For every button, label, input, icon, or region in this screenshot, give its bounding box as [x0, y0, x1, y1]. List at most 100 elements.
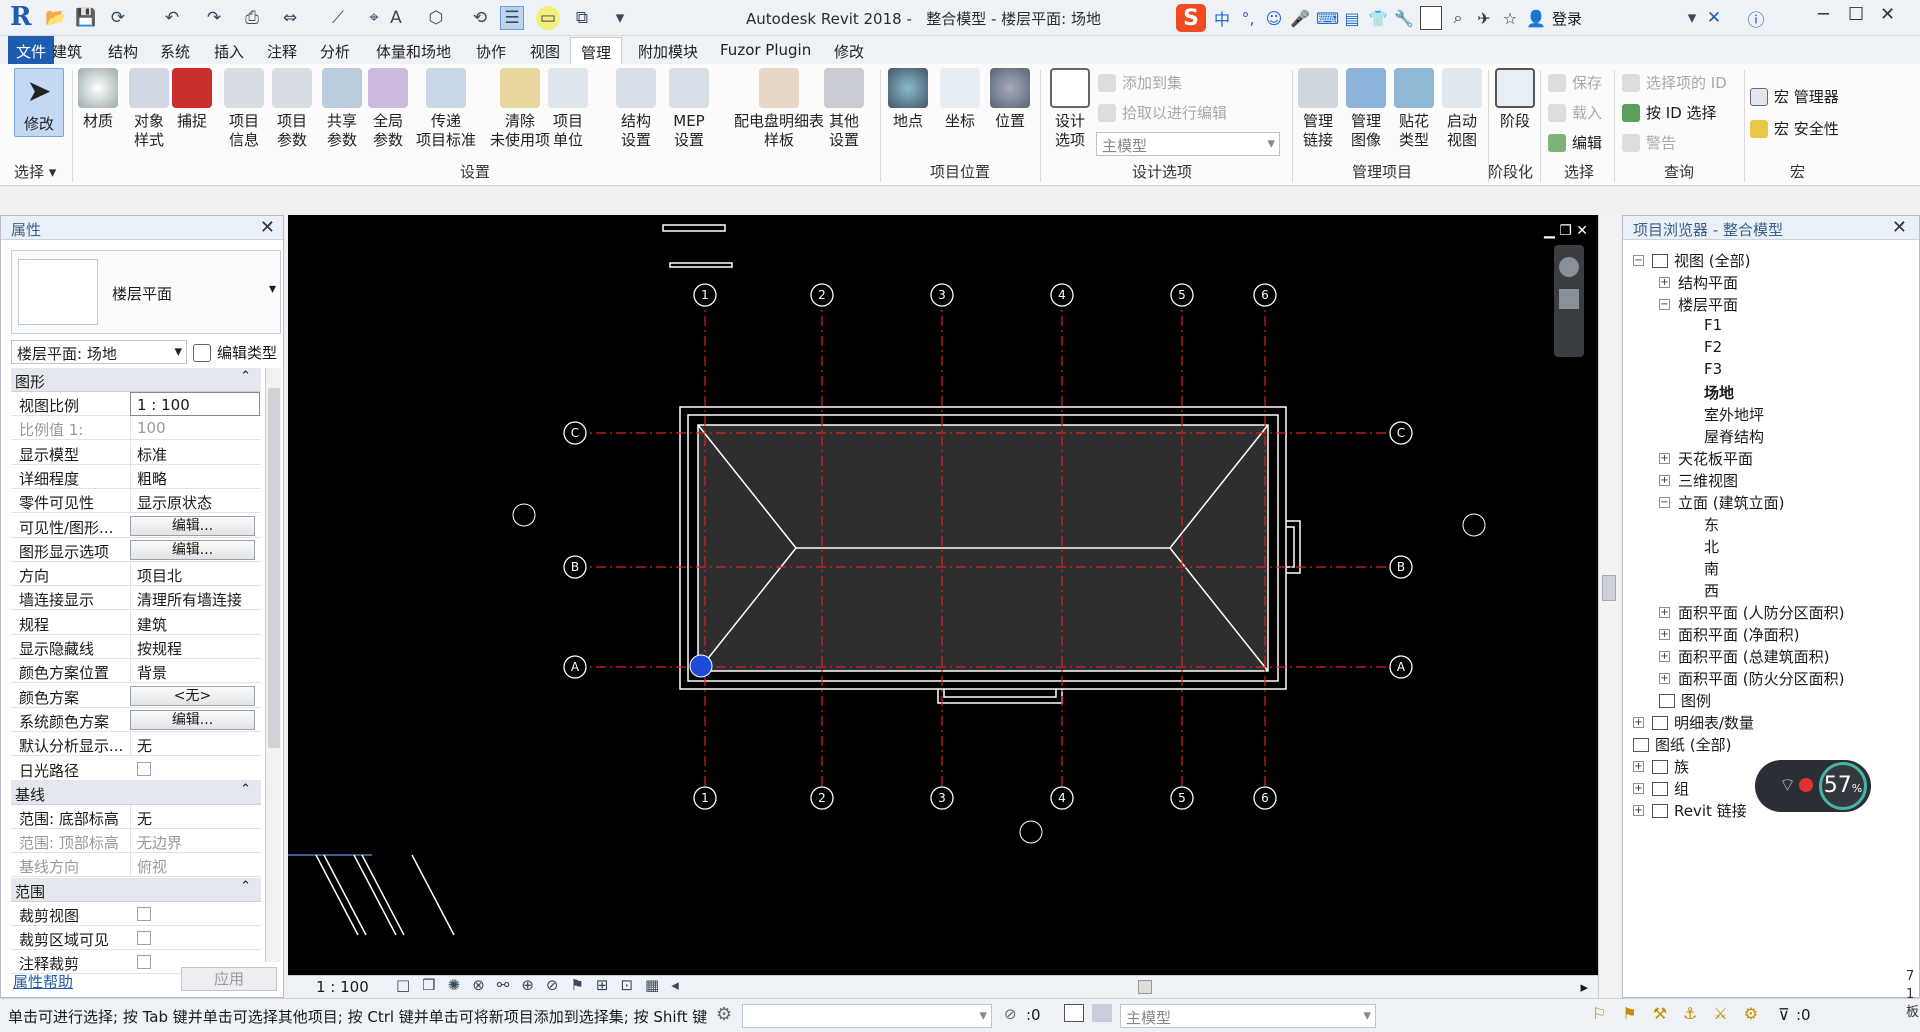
settings-13-button[interactable]: 其他 设置: [820, 68, 868, 150]
property-checkbox[interactable]: [137, 955, 151, 970]
sogou-logo-icon[interactable]: S: [1176, 4, 1206, 32]
browser-item[interactable]: + 面积平面 (净面积): [1659, 624, 1799, 645]
view-control-icons[interactable]: □❒✺⊗⚯⊕⊘⚑⊞⊡▦◂: [396, 976, 691, 994]
browser-item[interactable]: 东: [1685, 514, 1719, 535]
scroll-right-icon[interactable]: ▸: [1580, 978, 1588, 996]
ids-of-selection-button[interactable]: 选择项的 ID: [1622, 72, 1727, 93]
section-icon[interactable]: ⟲: [468, 6, 492, 30]
browser-item[interactable]: − 楼层平面: [1659, 294, 1738, 315]
property-edit-button[interactable]: 编辑...: [130, 539, 255, 560]
save-selection-button[interactable]: 保存: [1548, 72, 1602, 93]
selection-options-icons[interactable]: ⚐⚑⚒⚓⚔⚙: [1592, 1004, 1774, 1023]
expand-icon[interactable]: +: [1659, 607, 1670, 618]
expand-icon[interactable]: +: [1659, 673, 1670, 684]
expand-icon[interactable]: +: [1659, 277, 1670, 288]
settings-10-button[interactable]: 结构 设置: [614, 68, 658, 150]
thin-lines-icon[interactable]: ☰: [500, 6, 524, 30]
manage-0-button[interactable]: 管理 链接: [1298, 68, 1338, 150]
browser-item[interactable]: + Revit 链接: [1633, 800, 1747, 821]
ime-cn-icon[interactable]: 中: [1212, 6, 1232, 30]
pick-to-edit-button[interactable]: 拾取以进行编辑: [1098, 102, 1227, 123]
property-value[interactable]: 按规程: [130, 635, 260, 659]
ime-shirt-icon[interactable]: 👕: [1368, 9, 1388, 28]
edit-selection-button[interactable]: 编辑: [1548, 132, 1602, 153]
group-label-select[interactable]: 选择 ▾: [14, 161, 56, 182]
property-value[interactable]: 清理所有墙连接: [130, 586, 260, 611]
warnings-button[interactable]: 警告: [1622, 132, 1676, 153]
elevation-marker-west[interactable]: [512, 503, 536, 527]
maximize-icon[interactable]: ☐: [1848, 4, 1864, 25]
dropdown-icon[interactable]: ▾: [1680, 6, 1704, 30]
location-0-button[interactable]: 地点: [888, 68, 928, 131]
property-value[interactable]: 标准: [130, 440, 260, 465]
steering-wheel-icon[interactable]: [1559, 257, 1579, 277]
user-icon[interactable]: 👤: [1526, 9, 1546, 28]
browser-item[interactable]: − 立面 (建筑立面): [1659, 492, 1784, 513]
browser-item[interactable]: F1: [1685, 316, 1722, 334]
browser-item[interactable]: 场地: [1685, 382, 1734, 403]
browser-item[interactable]: 图纸 (全部): [1633, 734, 1731, 755]
settings-1-button[interactable]: 对象 样式: [126, 68, 172, 150]
property-value[interactable]: 建筑: [130, 610, 260, 635]
settings-2-button[interactable]: 捕捉: [172, 68, 212, 131]
ime-tools-icon[interactable]: 🔧: [1394, 9, 1414, 28]
tab-5[interactable]: 注释: [267, 41, 297, 62]
undo-icon[interactable]: ↶: [160, 6, 184, 30]
add-to-set-button[interactable]: 添加到集: [1098, 72, 1182, 93]
view-window-controls[interactable]: ▁ ❐ ✕: [1544, 223, 1588, 239]
location-1-button[interactable]: 坐标: [940, 68, 980, 131]
collapse-icon[interactable]: ⌃: [240, 782, 251, 797]
exchange-apps-icon[interactable]: ✕: [1702, 6, 1726, 30]
close-window-icon[interactable]: ✕: [1880, 4, 1895, 25]
expand-icon[interactable]: +: [1659, 453, 1670, 464]
browser-item[interactable]: + 天花板平面: [1659, 448, 1753, 469]
edit-type-button[interactable]: 编辑类型: [193, 342, 277, 363]
manage-2-button[interactable]: 贴花 类型: [1394, 68, 1434, 150]
close-icon[interactable]: ✕: [1892, 217, 1907, 238]
minimize-icon[interactable]: ─: [1818, 4, 1829, 25]
property-value[interactable]: 项目北: [130, 562, 260, 587]
selected-grip[interactable]: [689, 654, 713, 678]
property-edit-button[interactable]: 编辑...: [130, 515, 255, 536]
properties-help-link[interactable]: 属性帮助: [13, 971, 73, 992]
design-option-combo[interactable]: 主模型 ▾: [1096, 132, 1280, 156]
browser-item[interactable]: − 视图 (全部): [1633, 250, 1750, 271]
expand-icon[interactable]: +: [1659, 651, 1670, 662]
help-icon[interactable]: ⓘ: [1744, 6, 1768, 31]
browser-item[interactable]: 屋脊结构: [1685, 426, 1764, 447]
design-options-button[interactable]: 设计 选项: [1048, 68, 1092, 150]
active-design-option-combo[interactable]: 主模型 ▾: [1120, 1004, 1376, 1028]
section-graphics[interactable]: 图形 ⌃: [11, 368, 261, 392]
network-speed-widget[interactable]: ⌔ 57%: [1755, 760, 1871, 812]
close-icon[interactable]: ✕: [260, 217, 275, 238]
tab-6[interactable]: 分析: [320, 41, 350, 62]
design-option-icon[interactable]: [1064, 1004, 1084, 1022]
settings-11-button[interactable]: MEP 设置: [666, 68, 712, 150]
elevation-marker-south[interactable]: [1019, 820, 1043, 844]
property-checkbox[interactable]: [137, 906, 151, 921]
expand-icon[interactable]: +: [1633, 717, 1644, 728]
save-icon[interactable]: 💾: [74, 6, 98, 30]
instance-selector[interactable]: 楼层平面: 场地 ▾: [11, 340, 187, 364]
browser-item[interactable]: 南: [1685, 558, 1719, 579]
macro-manager-button[interactable]: 宏 管理器: [1750, 86, 1839, 107]
settings-4-button[interactable]: 项目 参数: [270, 68, 314, 150]
collapse-icon[interactable]: −: [1633, 255, 1644, 266]
elevation-marker-east[interactable]: [1462, 513, 1486, 537]
collapse-icon[interactable]: −: [1659, 497, 1670, 508]
tab-4[interactable]: 插入: [214, 41, 244, 62]
login-link[interactable]: 登录: [1552, 8, 1582, 29]
browser-item[interactable]: 室外地坪: [1685, 404, 1764, 425]
browser-item[interactable]: 西: [1685, 580, 1719, 601]
drawing-area[interactable]: 1 1 2 2 3 3 4 4 5 5 6 6 C C B B A A ▁ ❐ ✕: [288, 215, 1598, 975]
property-value[interactable]: 显示原状态: [130, 489, 260, 514]
select-by-id-button[interactable]: 按 ID 选择: [1622, 102, 1717, 123]
tab-7[interactable]: 体量和场地: [376, 41, 451, 62]
expand-icon[interactable]: +: [1633, 783, 1644, 794]
property-value[interactable]: 粗略: [130, 464, 260, 489]
browser-item[interactable]: 北: [1685, 536, 1719, 557]
print-icon[interactable]: ⎙: [240, 6, 264, 30]
settings-5-button[interactable]: 共享 参数: [320, 68, 364, 150]
browser-item[interactable]: + 族: [1633, 756, 1689, 777]
load-selection-button[interactable]: 载入: [1548, 102, 1602, 123]
